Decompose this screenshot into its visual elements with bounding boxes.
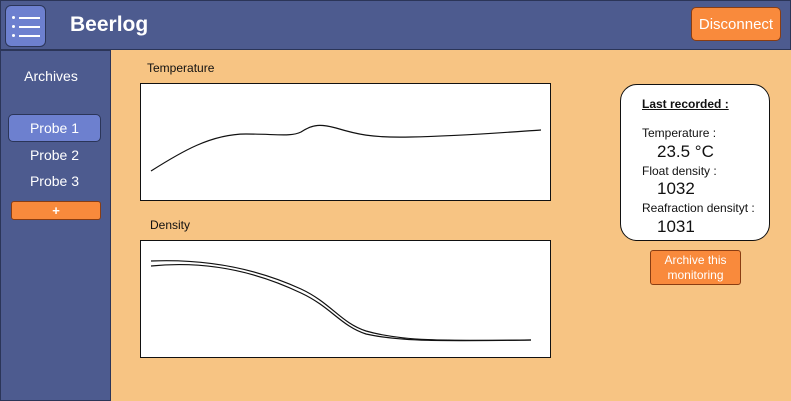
add-probe-button[interactable]: + bbox=[11, 201, 101, 220]
sidebar-item-probe-3[interactable]: Probe 3 bbox=[8, 167, 101, 195]
top-bar: Beerlog Disconnect bbox=[0, 0, 791, 50]
disconnect-button[interactable]: Disconnect bbox=[691, 7, 781, 41]
archive-monitoring-button[interactable]: Archive this monitoring bbox=[650, 250, 741, 285]
archives-link[interactable]: Archives bbox=[1, 68, 101, 84]
sidebar-item-probe-1[interactable]: Probe 1 bbox=[8, 114, 101, 142]
temperature-label: Temperature : bbox=[642, 126, 717, 140]
temperature-chart-label: Temperature bbox=[147, 61, 215, 75]
sidebar-item-probe-2[interactable]: Probe 2 bbox=[8, 141, 101, 169]
float-density-curve bbox=[150, 260, 532, 342]
density-chart bbox=[140, 240, 551, 358]
app-title: Beerlog bbox=[70, 13, 149, 36]
refraction-density-label: Reafraction densityt : bbox=[642, 201, 755, 215]
float-density-label: Float density : bbox=[642, 164, 717, 178]
temperature-value: 23.5 °C bbox=[657, 142, 714, 161]
refraction-density-value: 1031 bbox=[657, 217, 695, 236]
sidebar: Archives Probe 1 Probe 2 Probe 3 + bbox=[0, 50, 111, 401]
float-density-value: 1032 bbox=[657, 179, 695, 198]
temperature-curve bbox=[150, 124, 542, 172]
temperature-chart bbox=[140, 83, 551, 201]
density-chart-label: Density bbox=[150, 218, 191, 232]
last-recorded-panel: Last recorded : Temperature : 23.5 °C Fl… bbox=[620, 84, 770, 241]
menu-button[interactable] bbox=[5, 5, 46, 47]
last-recorded-title: Last recorded : bbox=[642, 97, 729, 111]
refraction-density-curve bbox=[150, 264, 532, 342]
